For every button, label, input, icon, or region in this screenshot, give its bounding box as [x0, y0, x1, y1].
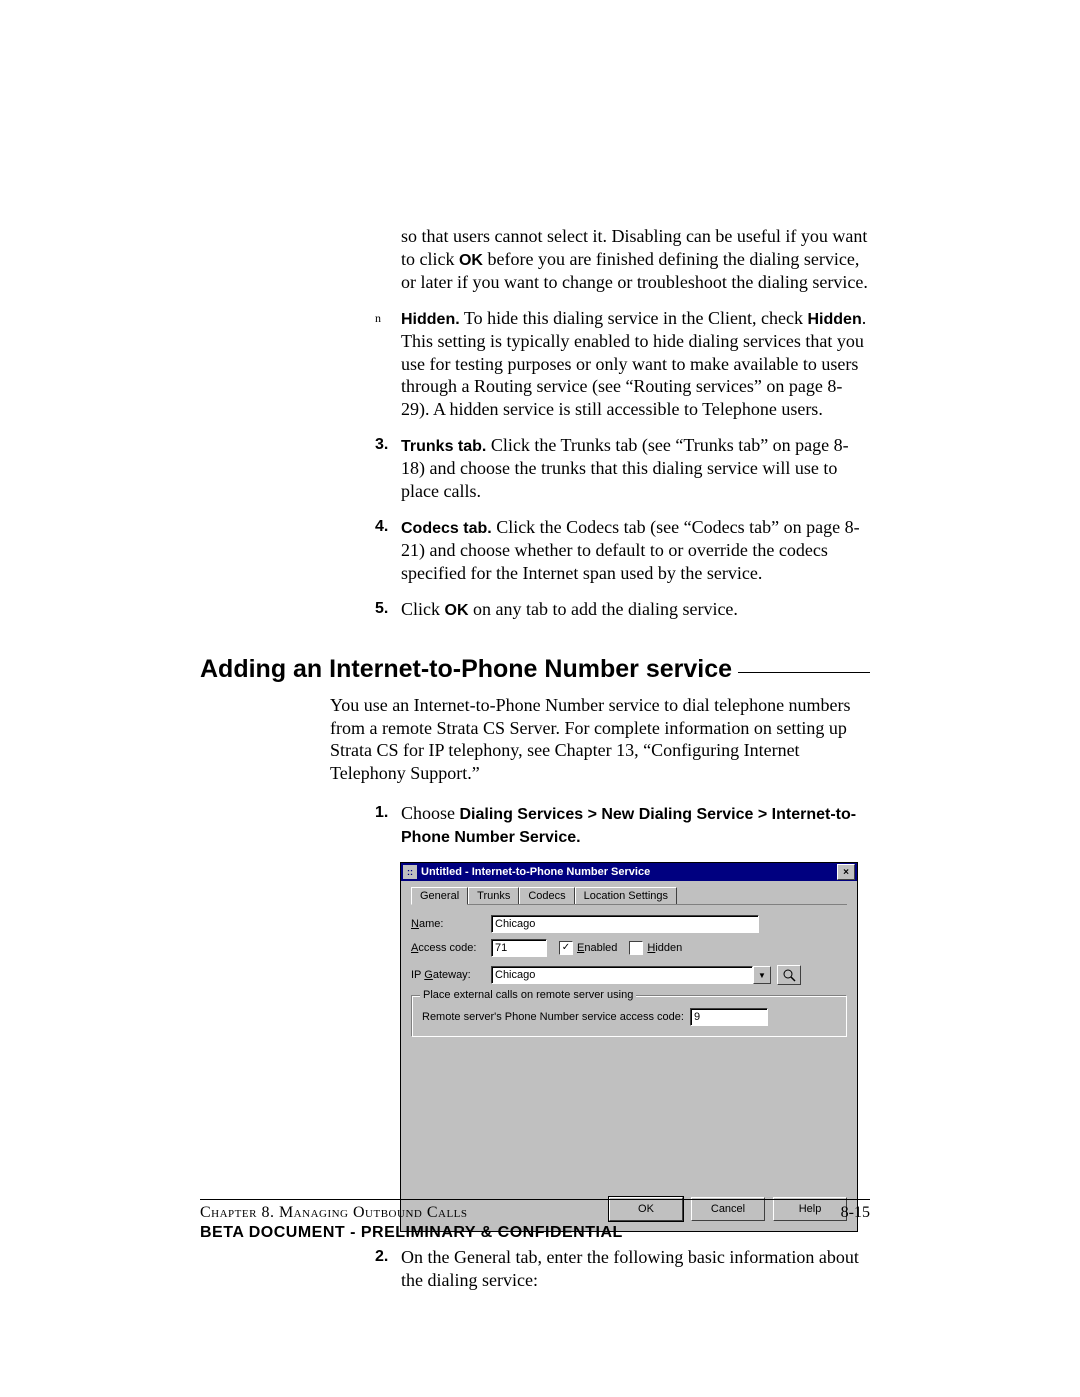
heading-rule — [738, 672, 870, 673]
footer-confidential: BETA DOCUMENT - PRELIMINARY & CONFIDENTI… — [200, 1224, 870, 1242]
chevron-down-icon[interactable]: ▼ — [753, 966, 771, 984]
dialog-window: :: Untitled - Internet-to-Phone Number S… — [400, 862, 858, 1232]
step-number: 5. — [375, 598, 401, 621]
text: Choose — [401, 803, 460, 823]
titlebar: :: Untitled - Internet-to-Phone Number S… — [401, 863, 857, 881]
access-code-label: Access code: — [411, 942, 491, 954]
step-5: 5. Click OK on any tab to add the dialin… — [375, 598, 870, 621]
menu-path: Dialing Services > New Dialing Service >… — [401, 806, 856, 846]
gateway-combo[interactable]: Chicago ▼ — [491, 966, 771, 984]
heading-text: Adding an Internet-to-Phone Number servi… — [200, 655, 732, 684]
gateway-browse-button[interactable] — [777, 965, 801, 985]
tab-trunks[interactable]: Trunks — [468, 887, 519, 904]
search-icon — [782, 968, 796, 982]
footer-rule — [200, 1199, 870, 1200]
section-intro: You use an Internet-to-Phone Number serv… — [330, 694, 870, 784]
gateway-value[interactable]: Chicago — [491, 966, 753, 984]
checkbox-box — [629, 941, 643, 955]
bullet-mark: n — [375, 307, 401, 420]
text: You use an Internet-to-Phone Number serv… — [330, 695, 851, 783]
access-code-input[interactable]: 71 — [491, 939, 547, 957]
disable-paragraph: so that users cannot select it. Disablin… — [401, 225, 870, 293]
name-label: Name: — [411, 918, 491, 930]
checkbox-box: ✓ — [559, 941, 573, 955]
name-input[interactable]: Chicago — [491, 915, 759, 933]
tab-codecs[interactable]: Codecs — [519, 887, 574, 904]
ok-text: OK — [445, 602, 469, 619]
section-heading: Adding an Internet-to-Phone Number servi… — [200, 655, 870, 684]
step-4: 4. Codecs tab. Click the Codecs tab (see… — [375, 516, 870, 584]
hidden-label: Hidden. — [401, 311, 460, 328]
gateway-label: IP Gateway: — [411, 969, 491, 981]
hidden-bold: Hidden — [808, 311, 862, 328]
enabled-checkbox[interactable]: ✓ Enabled — [559, 941, 617, 955]
section-step-2: 2. On the General tab, enter the followi… — [375, 1246, 870, 1291]
step-number: 2. — [375, 1246, 401, 1291]
page-footer: Chapter 8. Managing Outbound Calls 8-15 … — [200, 1199, 870, 1242]
window-title: Untitled - Internet-to-Phone Number Serv… — [421, 866, 837, 878]
ok-text: OK — [459, 252, 483, 269]
section-step-1: 1. Choose Dialing Services > New Dialing… — [375, 802, 870, 848]
text: On the General tab, enter the following … — [401, 1247, 859, 1290]
step-title: Codecs tab. — [401, 520, 492, 537]
step-3: 3. Trunks tab. Click the Trunks tab (see… — [375, 434, 870, 502]
window-icon: :: — [403, 865, 417, 879]
remote-access-label: Remote server's Phone Number service acc… — [422, 1011, 684, 1023]
tab-location-settings[interactable]: Location Settings — [575, 887, 677, 904]
close-button[interactable]: × — [837, 864, 855, 880]
tab-general[interactable]: General — [411, 887, 468, 905]
text: on any tab to add the dialing service. — [469, 599, 738, 619]
step-number: 4. — [375, 516, 401, 584]
text: To hide this dialing service in the Clie… — [460, 308, 808, 328]
step-title: Trunks tab. — [401, 438, 486, 455]
remote-groupbox: Place external calls on remote server us… — [411, 995, 847, 1037]
tab-strip: General Trunks Codecs Location Settings — [411, 887, 847, 905]
footer-page-number: 8-15 — [841, 1204, 870, 1222]
footer-chapter: Chapter 8. Managing Outbound Calls — [200, 1204, 468, 1222]
step-number: 1. — [375, 802, 401, 848]
remote-access-input[interactable]: 9 — [690, 1008, 768, 1026]
step-number: 3. — [375, 434, 401, 502]
hidden-bullet: n Hidden. To hide this dialing service i… — [375, 307, 870, 420]
text: Click — [401, 599, 445, 619]
groupbox-legend: Place external calls on remote server us… — [420, 989, 636, 1001]
hidden-checkbox[interactable]: Hidden — [629, 941, 682, 955]
